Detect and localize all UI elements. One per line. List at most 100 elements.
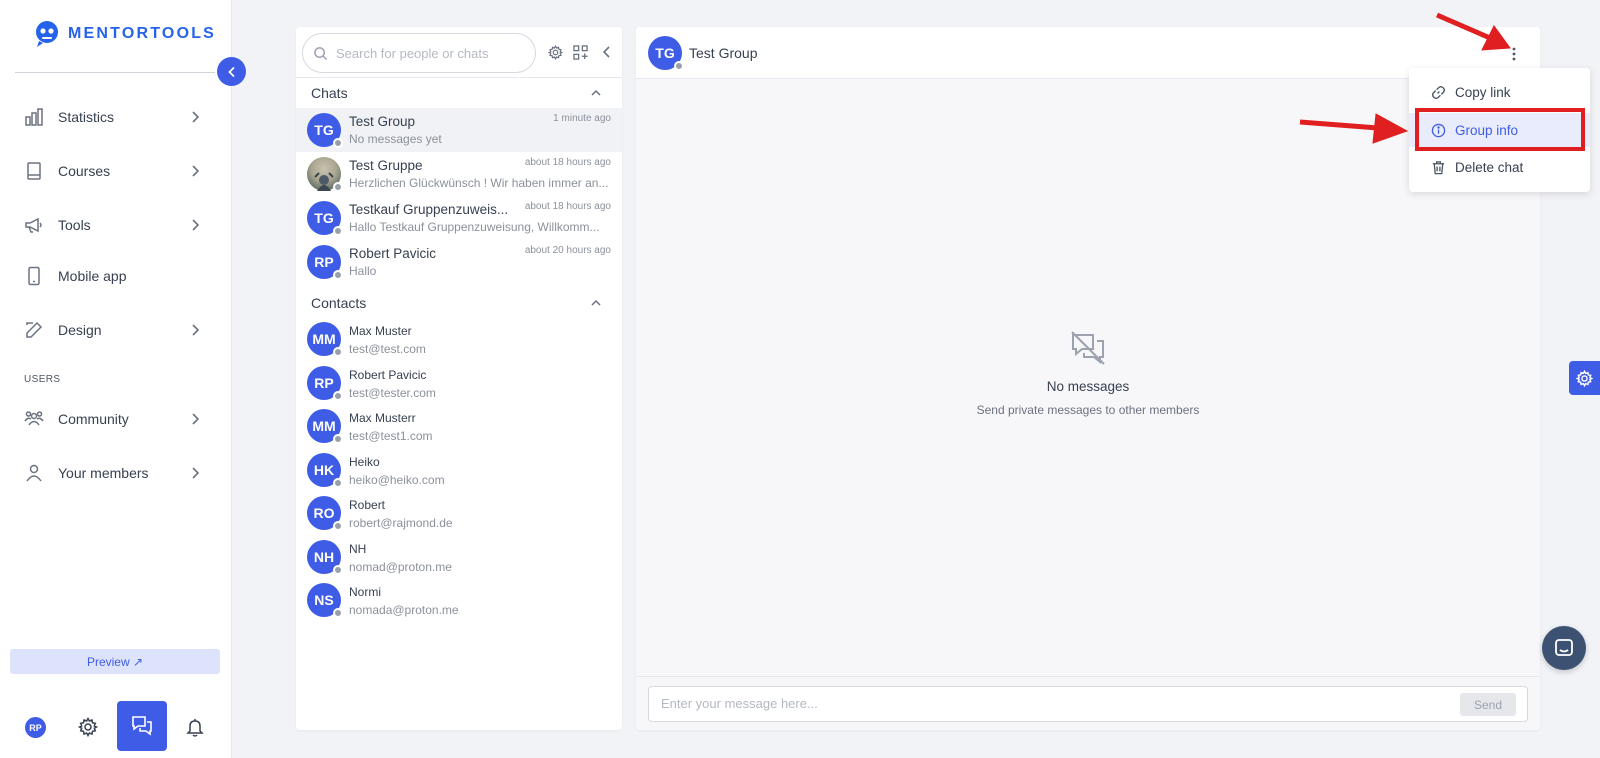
menu-item-label: Delete chat (1455, 159, 1524, 175)
sidebar-item-courses[interactable]: Courses (0, 153, 232, 189)
contact-email: heiko@heiko.com (349, 473, 445, 487)
new-group-button[interactable] (573, 45, 588, 60)
avatar: TG (307, 113, 343, 148)
menu-item-copy-link[interactable]: Copy link (1409, 75, 1590, 109)
contact-name: Max Musterr (349, 411, 416, 425)
contact-email: robert@rajmond.de (349, 516, 453, 530)
menu-item-label: Copy link (1455, 84, 1511, 100)
contact-email: test@test1.com (349, 429, 433, 443)
chat-item-testkauf[interactable]: TG Testkauf Gruppenzuweis... Hallo Testk… (296, 196, 622, 240)
chat-list-panel: Chats TG Test Group No messages yet 1 mi… (296, 27, 622, 730)
bell-icon (186, 719, 204, 737)
chat-item-test-gruppe[interactable]: Test Gruppe Herzlichen Glückwünsch ! Wir… (296, 152, 622, 196)
contact-item[interactable]: MM Max Musterr test@test1.com (296, 404, 622, 448)
messages-button[interactable] (117, 701, 167, 751)
contact-item[interactable]: MM Max Muster test@test.com (296, 317, 622, 361)
avatar: RP (307, 245, 343, 280)
search-icon (314, 46, 328, 60)
pencil-icon (26, 321, 43, 338)
chat-name: Robert Pavicic (349, 246, 437, 261)
contact-name: Robert (349, 498, 386, 512)
chats-section-header[interactable]: Chats (296, 79, 622, 107)
book-icon (27, 162, 41, 180)
avatar: TG (307, 201, 343, 236)
user-avatar[interactable]: RP (25, 717, 46, 738)
chevron-right-icon (192, 324, 200, 336)
contact-email: nomada@proton.me (349, 603, 459, 617)
chevron-left-icon (227, 66, 235, 77)
chat-preview: Hallo (349, 264, 377, 278)
sidebar-item-statistics[interactable]: Statistics (0, 99, 232, 135)
chat-bubbles-icon (132, 716, 152, 736)
chat-preview: Herzlichen Glückwünsch ! Wir haben immer… (349, 176, 609, 190)
sidebar-item-label: Tools (58, 217, 91, 233)
section-title: Chats (311, 85, 348, 101)
sidebar-item-tools[interactable]: Tools (0, 207, 232, 243)
chat-settings-button[interactable] (548, 45, 563, 60)
contacts-section-header[interactable]: Contacts (296, 289, 622, 317)
status-dot (674, 61, 684, 71)
status-dot (333, 521, 343, 531)
contact-item[interactable]: HK Heiko heiko@heiko.com (296, 448, 622, 492)
sidebar-item-label: Courses (58, 163, 111, 179)
status-dot (333, 270, 343, 280)
more-options-button[interactable] (1504, 43, 1524, 65)
contact-item[interactable]: RP Robert Pavicic test@tester.com (296, 361, 622, 405)
chat-item-robert-pavicic[interactable]: RP Robert Pavicic Hallo about 20 hours a… (296, 240, 622, 284)
search-input[interactable] (336, 45, 526, 61)
conversation-panel: TG Test Group No messages Send private m… (636, 27, 1540, 730)
divider (636, 676, 1540, 677)
conversation-avatar[interactable]: TG (648, 36, 684, 71)
status-dot (333, 347, 343, 357)
message-input[interactable] (661, 696, 1441, 711)
empty-subtitle: Send private messages to other members (976, 403, 1200, 417)
status-dot (333, 478, 343, 488)
chevron-right-icon (192, 219, 200, 231)
chevron-right-icon (192, 111, 200, 123)
contact-item[interactable]: NH NH nomad@proton.me (296, 535, 622, 579)
collapse-sidebar-button[interactable] (217, 57, 246, 86)
empty-state: No messages Send private messages to oth… (636, 329, 1540, 417)
menu-item-delete-chat[interactable]: Delete chat (1409, 150, 1590, 184)
chat-item-test-group[interactable]: TG Test Group No messages yet 1 minute a… (296, 108, 622, 152)
chevron-up-icon (591, 89, 601, 96)
chat-preview: No messages yet (349, 132, 442, 146)
contact-item[interactable]: RO Robert robert@rajmond.de (296, 491, 622, 535)
sidebar-item-community[interactable]: Community (0, 401, 232, 437)
sidebar-item-label: Community (58, 411, 129, 427)
conversation-title[interactable]: Test Group (689, 45, 757, 61)
chat-preview: Hallo Testkauf Gruppenzuweisung, Willkom… (349, 220, 600, 234)
notifications-button[interactable] (185, 717, 205, 737)
bar-chart-icon (25, 108, 43, 126)
conversation-header: TG Test Group (636, 27, 1540, 79)
megaphone-icon (25, 217, 42, 233)
contact-name: Robert Pavicic (349, 368, 427, 382)
chat-name: Test Gruppe (349, 158, 423, 173)
status-dot (333, 226, 343, 236)
no-messages-icon (1071, 331, 1105, 365)
contact-item[interactable]: NS Normi nomada@proton.me (296, 578, 622, 622)
chat-name: Test Group (349, 114, 416, 129)
support-chat-button[interactable] (1542, 626, 1586, 670)
contact-name: NH (349, 542, 367, 556)
floating-settings-button[interactable] (1569, 361, 1600, 395)
send-button[interactable]: Send (1460, 693, 1516, 716)
avatar: HK (307, 453, 343, 488)
preview-button[interactable]: Preview ↗ (10, 649, 220, 674)
chevron-right-icon (192, 413, 200, 425)
avatar: RO (307, 496, 343, 531)
status-dot (333, 434, 343, 444)
contact-email: nomad@proton.me (349, 560, 452, 574)
chat-time: 1 minute ago (553, 113, 611, 124)
qr-add-icon (573, 45, 588, 60)
sidebar-item-design[interactable]: Design (0, 312, 232, 348)
sidebar-item-label: Your members (58, 465, 149, 481)
settings-button[interactable] (78, 717, 98, 737)
contact-name: Normi (349, 585, 381, 599)
sidebar-item-your-members[interactable]: Your members (0, 455, 232, 491)
chat-time: about 18 hours ago (524, 201, 611, 212)
sidebar-item-mobile-app[interactable]: Mobile app (0, 258, 232, 294)
search-box[interactable] (302, 33, 536, 73)
collapse-list-button[interactable] (601, 45, 613, 59)
brand-logo[interactable]: MENTORTOOLS (34, 20, 216, 48)
